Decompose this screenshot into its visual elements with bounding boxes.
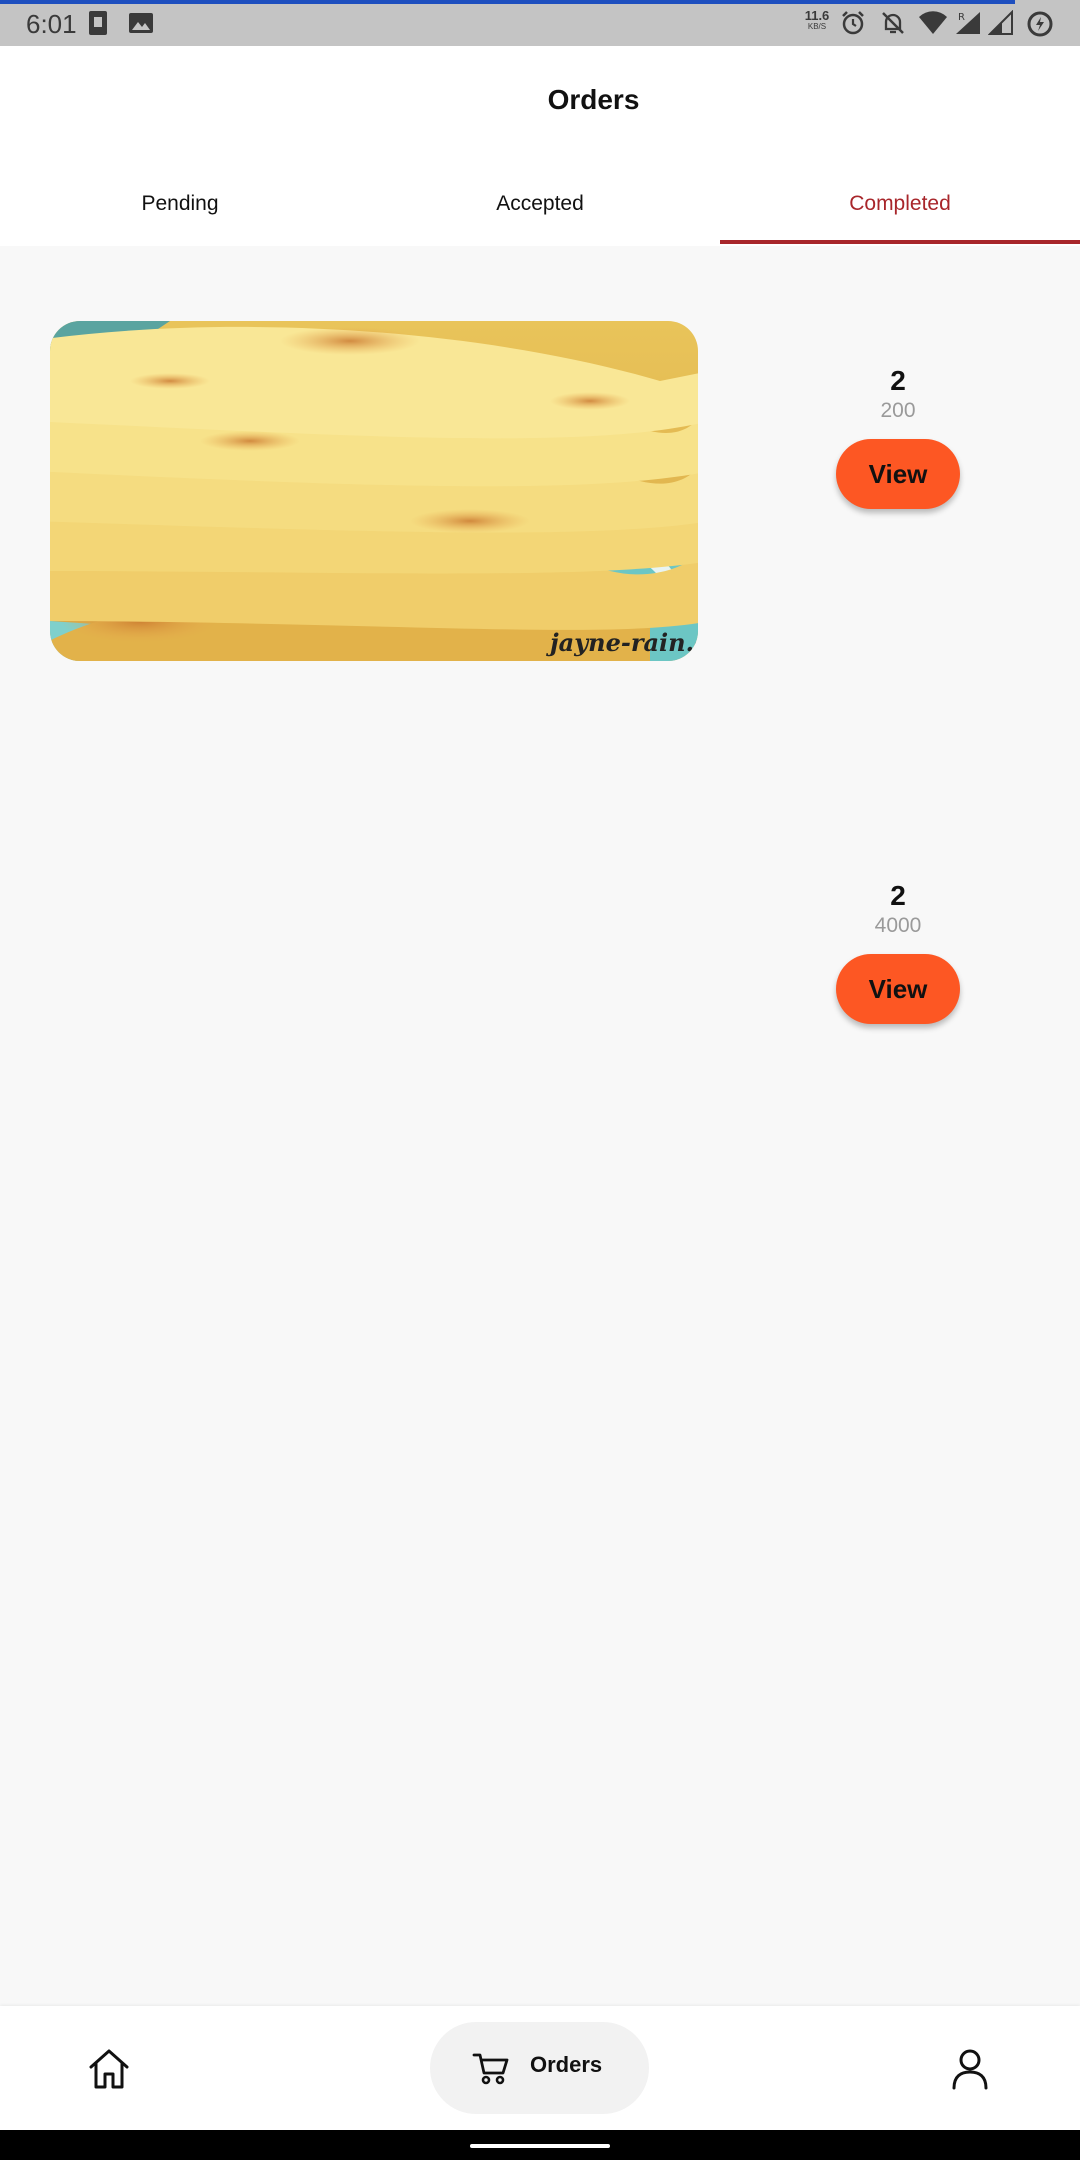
sim-card-icon [88, 10, 108, 41]
wifi-icon [918, 10, 948, 41]
person-icon [952, 2049, 988, 2090]
order-card: 2 4000 View [0, 836, 1080, 1181]
food-image: jayne-rain.c [50, 321, 698, 661]
tab-pending[interactable]: Pending [0, 176, 360, 246]
order-amount: 200 [880, 399, 916, 422]
nav-profile[interactable] [950, 2046, 990, 2092]
cart-icon [472, 2049, 510, 2092]
view-order-button[interactable]: View [836, 439, 960, 509]
order-info: 2 4000 View [830, 880, 966, 1024]
order-tabs: Pending Accepted Completed [0, 176, 1080, 246]
status-bar: 6:01 11.6 KB/S R [0, 0, 1080, 46]
status-time: 6:01 [26, 9, 77, 39]
tab-indicator [720, 240, 1080, 244]
home-indicator[interactable] [470, 2144, 610, 2148]
image-icon [128, 10, 154, 41]
signal-icon: R [954, 10, 982, 41]
page-title: Orders [547, 84, 640, 115]
tab-completed[interactable]: Completed [720, 176, 1080, 246]
order-info: 2 200 View [830, 365, 966, 509]
bottom-nav: Orders [0, 2006, 1080, 2130]
nav-orders-label: Orders [530, 2052, 603, 2077]
order-quantity: 2 [890, 880, 906, 911]
signal-roaming-icon [987, 9, 1014, 41]
network-speed-value: 11.6 [804, 8, 830, 23]
tab-accepted[interactable]: Accepted [360, 176, 720, 246]
order-amount: 4000 [874, 914, 922, 937]
notifications-off-icon [880, 10, 906, 41]
view-order-button[interactable]: View [836, 954, 960, 1024]
home-icon [89, 2049, 129, 2089]
alarm-icon [840, 10, 866, 41]
order-quantity: 2 [890, 365, 906, 396]
order-card: jayne-rain.c 2 200 View [0, 321, 1080, 666]
svg-text:R: R [958, 12, 965, 23]
system-nav-bar [0, 2130, 1080, 2160]
nav-orders[interactable]: Orders [430, 2022, 649, 2114]
app-header: Orders Pending Accepted Completed [0, 46, 1080, 246]
battery-saver-icon [1026, 10, 1054, 43]
status-progress-line [0, 0, 1015, 4]
image-watermark: jayne-rain.c [546, 628, 698, 657]
nav-home[interactable] [86, 2046, 132, 2092]
network-speed: 11.6 KB/S [800, 8, 834, 32]
